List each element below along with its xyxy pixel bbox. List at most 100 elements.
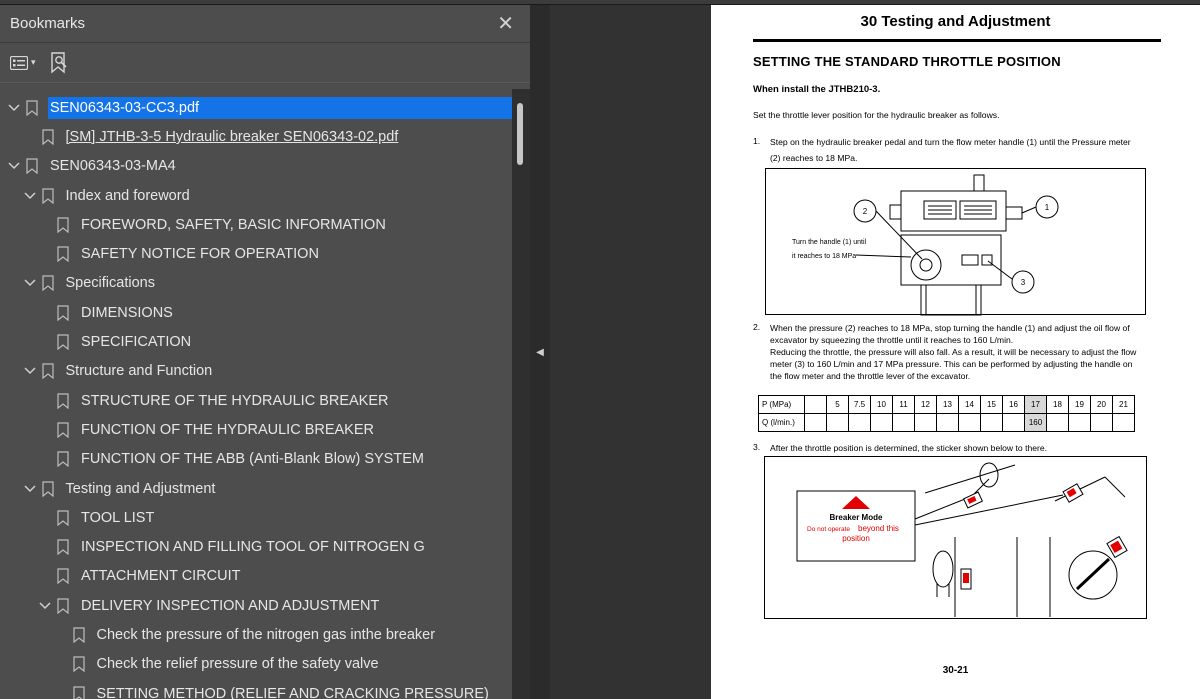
table-cell [1068,413,1091,432]
chevron-down-icon[interactable] [22,188,38,204]
table-cell [1090,413,1113,432]
bookmark-label: Structure and Function [65,363,213,380]
bookmark-label: Check the relief pressure of the safety … [96,656,379,673]
bookmark-item[interactable]: Specifications [0,269,512,298]
bookmark-item[interactable]: SETTING METHOD (RELIEF AND CRACKING PRES… [0,679,512,699]
step2-line4: meter (3) to 160 L/min and 17 MPa pressu… [770,359,1133,369]
bookmark-item[interactable]: Index and foreword [0,181,512,210]
bookmark-icon [57,422,69,439]
table-cell: 14 [958,395,981,414]
bookmark-item[interactable]: Check the relief pressure of the safety … [0,650,512,679]
table-cell: 21 [1112,395,1135,414]
callout-3-label: 3 [1021,278,1026,287]
table-row-pressure: P (MPa) 5 7.5 10 11 12 13 14 15 16 17 18 19 20 21 [758,395,1135,414]
bookmark-item[interactable]: ATTACHMENT CIRCUIT [0,562,512,591]
bookmark-label: SETTING METHOD (RELIEF AND CRACKING PRES… [96,685,489,699]
chevron-down-icon[interactable] [22,275,38,291]
header-rule [753,39,1161,42]
panel-splitter[interactable]: ◀ [530,5,550,699]
bookmark-item[interactable]: SEN06343-03-MA4 [0,152,512,181]
bookmark-label: SAFETY NOTICE FOR OPERATION [81,246,319,263]
table-cell: 17 [1024,395,1047,414]
bookmark-label: SPECIFICATION [81,334,192,351]
bookmark-icon [57,539,69,556]
bookmark-label: ATTACHMENT CIRCUIT [81,568,241,585]
table-cell: 7.5 [848,395,871,414]
callout-text-line2: it reaches to 18 MPa [792,253,856,260]
bookmarks-scrollbar[interactable] [512,89,530,699]
table-cell [936,413,959,432]
bookmark-icon [41,187,54,204]
bookmarks-panel: Bookmarks ✕ ▾ SEN06343-03-CC3.pdf [SM] JT… [0,5,530,699]
chevron-down-icon[interactable] [22,481,38,497]
bookmark-item[interactable]: STRUCTURE OF THE HYDRAULIC BREAKER [0,386,512,415]
bookmark-label: Check the pressure of the nitrogen gas i… [96,626,436,643]
bookmark-item[interactable]: Testing and Adjustment [0,474,512,503]
chevron-down-icon[interactable] [22,363,38,379]
bookmark-item[interactable]: DELIVERY INSPECTION AND ADJUSTMENT [0,591,512,620]
bookmark-item[interactable]: FOREWORD, SAFETY, BASIC INFORMATION [0,210,512,239]
table-cell [826,413,849,432]
bookmark-label: INSPECTION AND FILLING TOOL OF NITROGEN … [81,539,425,556]
chevron-down-icon[interactable] [6,100,22,116]
bookmark-label: FUNCTION OF THE HYDRAULIC BREAKER [81,421,374,438]
chevron-down-icon[interactable] [37,598,53,614]
table-row-header: Q (l/min.) [758,413,805,432]
bookmark-icon [57,568,69,585]
bookmark-item[interactable]: TOOL LIST [0,503,512,532]
bookmark-item[interactable]: FUNCTION OF THE HYDRAULIC BREAKER [0,415,512,444]
bookmark-item[interactable]: SAFETY NOTICE FOR OPERATION [0,239,512,268]
bookmark-item[interactable]: Structure and Function [0,357,512,386]
bookmark-icon [41,363,54,380]
bookmark-icon [57,334,69,351]
bookmark-item[interactable]: INSPECTION AND FILLING TOOL OF NITROGEN … [0,532,512,561]
bookmark-item[interactable]: SPECIFICATION [0,327,512,356]
bookmark-label: Index and foreword [65,187,190,204]
collapse-panel-icon[interactable]: ◀ [536,347,544,358]
bookmark-label: STRUCTURE OF THE HYDRAULIC BREAKER [81,392,389,409]
sticker-title: Breaker Mode [830,513,883,522]
sticker-figure: Breaker Mode Do not operate beyond this … [764,456,1147,619]
step-number: 3. [753,442,761,452]
bookmarks-toolbar: ▾ [0,43,530,83]
table-cell: 20 [1090,395,1113,414]
bookmark-item[interactable]: Check the pressure of the nitrogen gas i… [0,620,512,649]
chevron-down-icon[interactable] [6,158,22,174]
close-icon[interactable]: ✕ [491,12,520,36]
sticker-line1-small: Do not operate [807,526,850,533]
callout-2-label: 2 [863,207,868,216]
options-button[interactable]: ▾ [10,55,36,70]
document-page: 30 Testing and Adjustment SETTING THE ST… [711,5,1200,699]
step2-line2: excavator by squeezing the throttle unti… [770,335,1014,345]
step2-line3: Reducing the throttle, the pressure will… [770,347,1137,357]
scrollbar-thumb[interactable] [517,103,523,165]
list-options-icon [10,55,28,70]
page-number: 30-21 [942,665,969,676]
bookmark-label: SEN06343-03-MA4 [50,158,176,175]
find-bookmark-button[interactable] [50,51,68,74]
step1-line1: Step on the hydraulic breaker pedal and … [770,137,1131,147]
subsection-title: When install the JTHB210-3. [753,84,881,95]
bookmark-label: FUNCTION OF THE ABB (Anti-Blank Blow) SY… [81,451,424,468]
bookmark-label: Specifications [65,275,155,292]
bookmark-icon [26,158,38,175]
pressure-flow-table: P (MPa) 5 7.5 10 11 12 13 14 15 16 17 18 19 20 21 Q (l/… [758,395,1135,432]
bookmark-item[interactable]: SEN06343-03-CC3.pdf [0,93,512,122]
bookmark-item[interactable]: FUNCTION OF THE ABB (Anti-Blank Blow) SY… [0,445,512,474]
bookmark-item[interactable]: DIMENSIONS [0,298,512,327]
sticker-line1-big: beyond this [858,524,899,533]
bookmark-search-icon [50,51,67,73]
table-cell: 18 [1046,395,1069,414]
bookmark-label: SEN06343-03-CC3.pdf [47,96,512,119]
bookmark-item[interactable]: [SM] JTHB-3-5 Hydraulic breaker SEN06343… [0,122,512,151]
bookmark-icon [57,451,69,468]
bookmark-icon [41,480,54,497]
